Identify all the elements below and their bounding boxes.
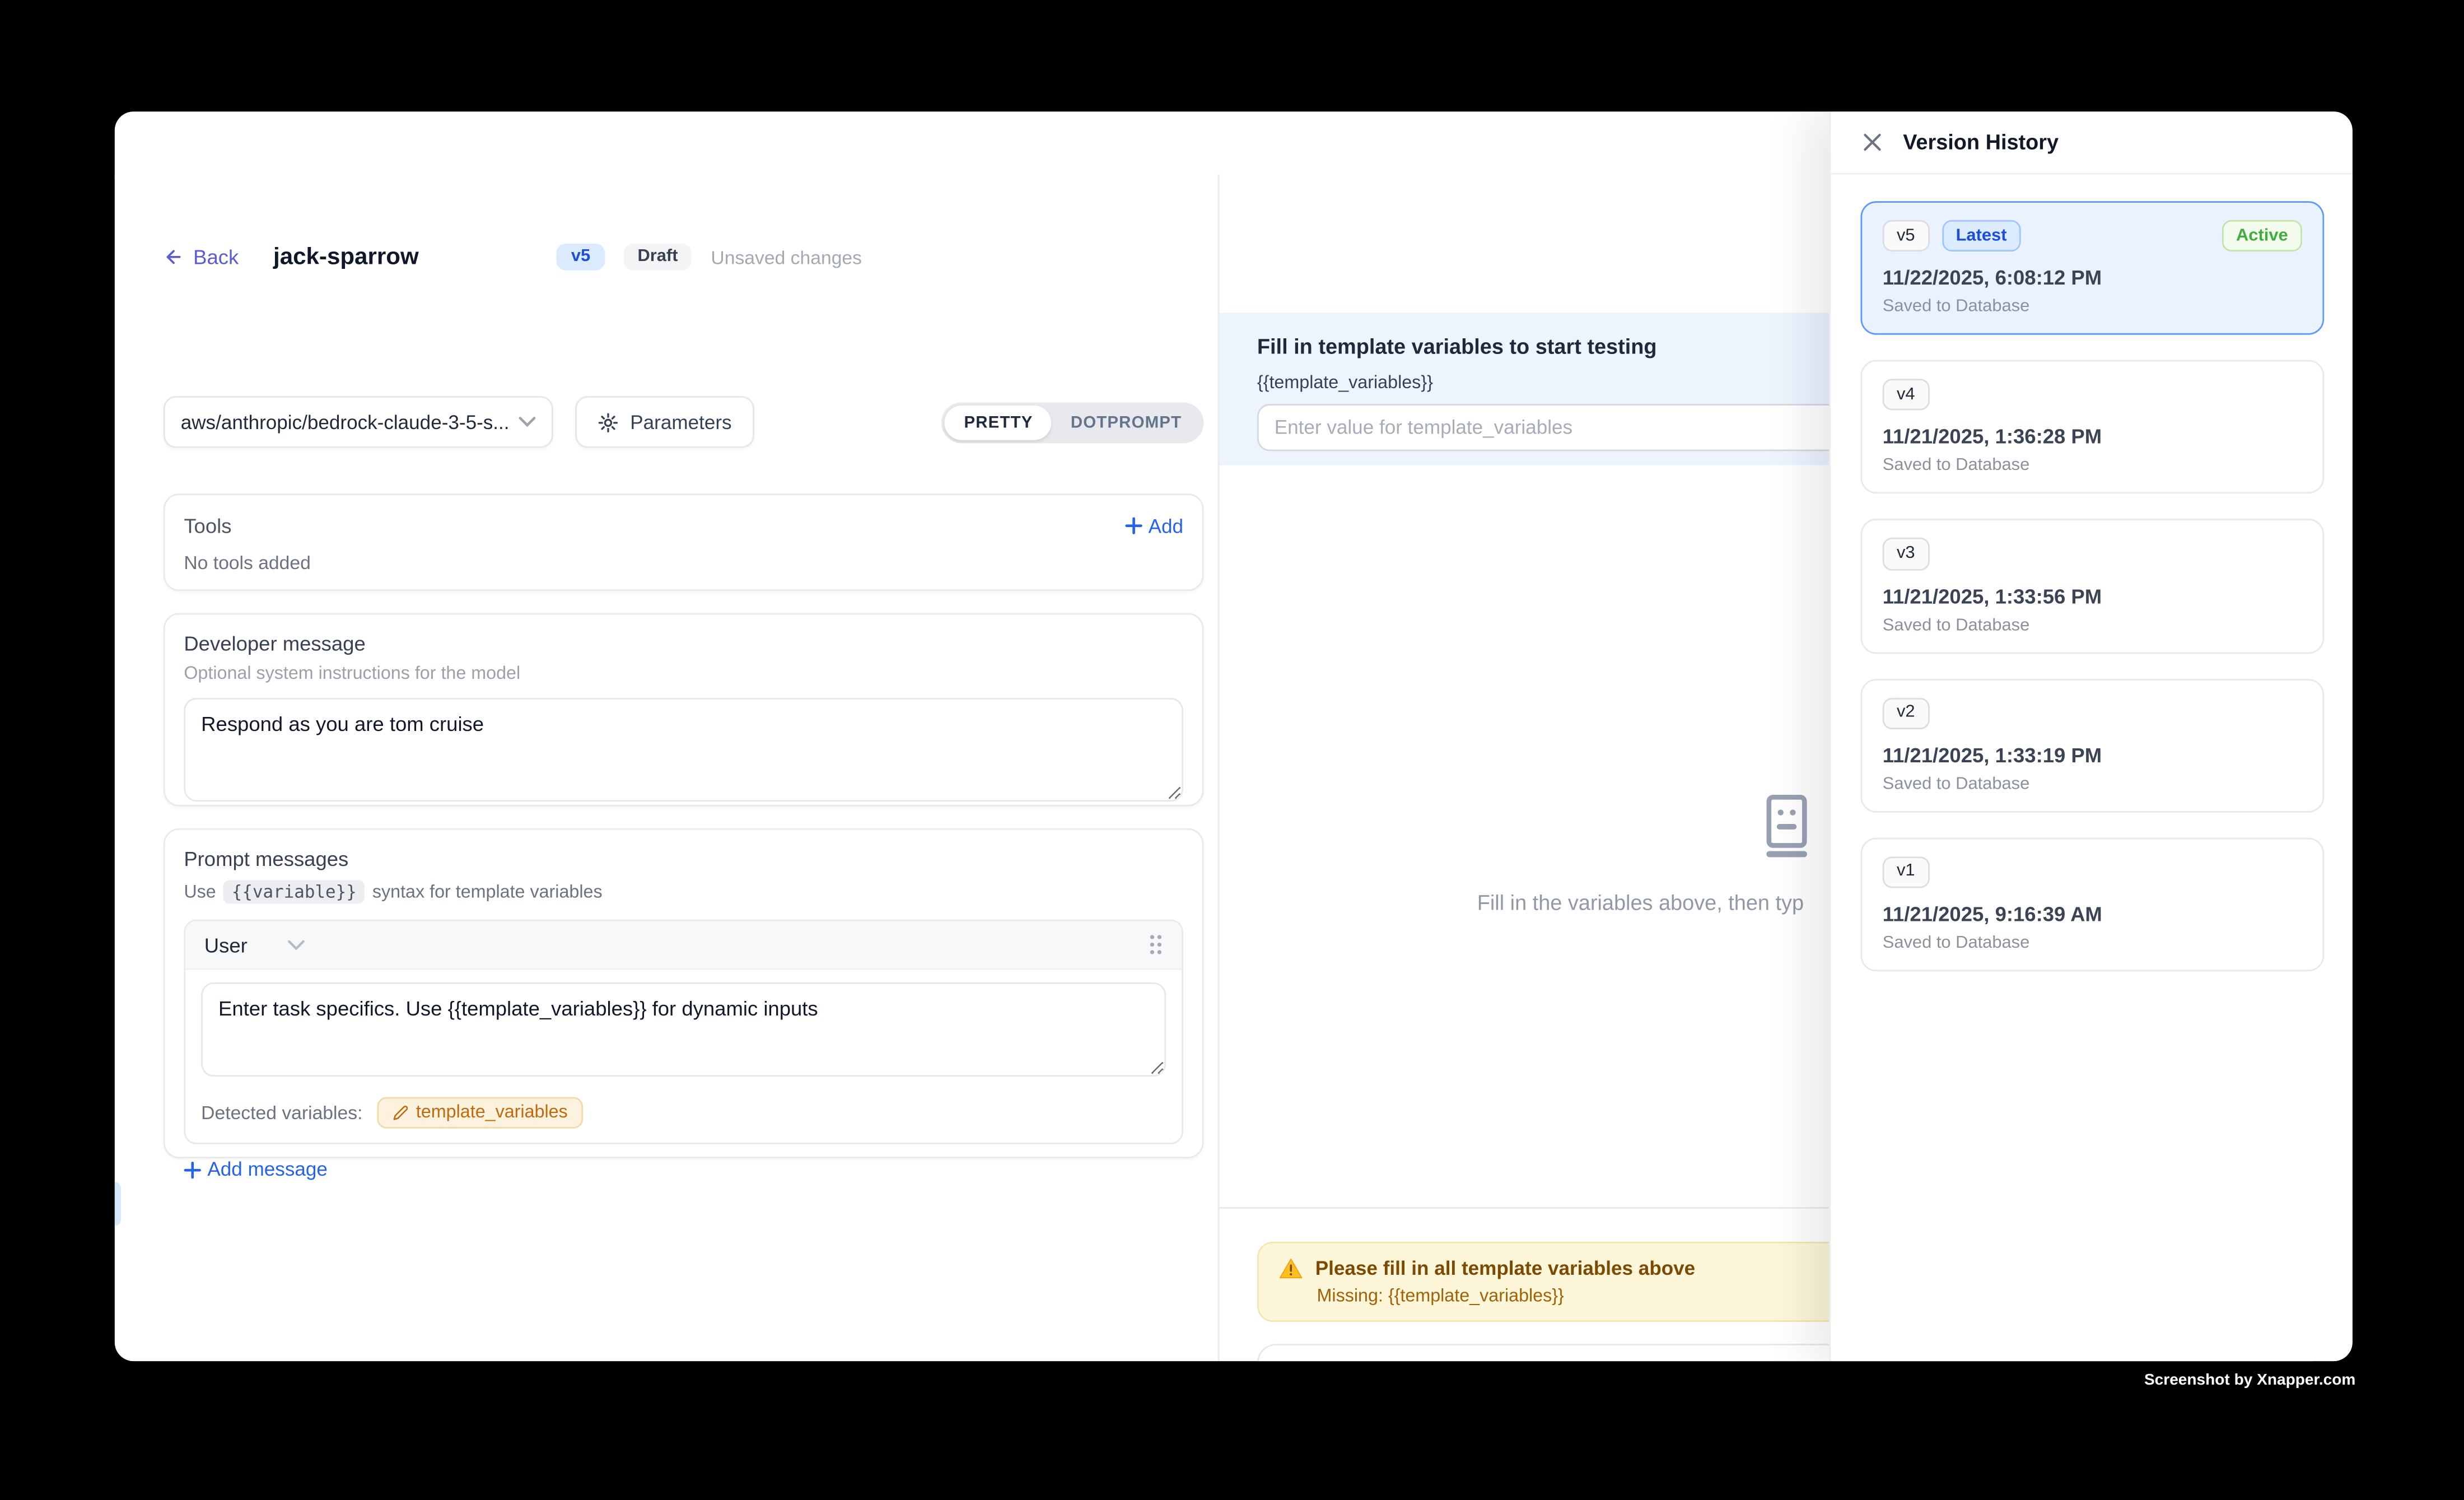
version-storage: Saved to Database (1883, 934, 2302, 953)
developer-message-title: Developer message (184, 632, 1183, 655)
arrow-left-icon (164, 247, 184, 267)
tools-title: Tools (184, 514, 231, 538)
model-toolbar: aws/anthropic/bedrock-claude-3-5-s... Pa… (164, 396, 1204, 448)
developer-message-textarea[interactable]: Respond as you are tom cruise (184, 698, 1183, 802)
version-storage: Saved to Database (1883, 775, 2302, 794)
toggle-option-pretty[interactable]: PRETTY (945, 405, 1052, 440)
role-select-value: User (204, 933, 248, 956)
breadcrumb: Back jack-sparrow v5 Draft Unsaved chang… (164, 244, 862, 271)
version-tag-badge: v2 (1883, 697, 1929, 729)
version-card[interactable]: v5 Latest Active 11/22/2025, 6:08:12 PM … (1860, 201, 2324, 335)
version-storage: Saved to Database (1883, 616, 2302, 635)
version-timestamp: 11/22/2025, 6:08:12 PM (1883, 266, 2302, 290)
app-window: Back jack-sparrow v5 Draft Unsaved chang… (115, 111, 2353, 1361)
detected-variable-name: template_variables (416, 1103, 568, 1122)
tools-empty-text: No tools added (184, 552, 1183, 574)
version-card[interactable]: v4 11/21/2025, 1:36:28 PM Saved to Datab… (1860, 360, 2324, 494)
version-chips-row: v5 Latest Active (1883, 220, 2302, 252)
chevron-down-icon (288, 939, 306, 951)
version-tag-badge: v1 (1883, 856, 1929, 888)
version-timestamp: 11/21/2025, 1:36:28 PM (1883, 425, 2302, 449)
plus-icon (1124, 517, 1142, 534)
version-card[interactable]: v3 11/21/2025, 1:33:56 PM Saved to Datab… (1860, 519, 2324, 653)
message-body: Enter task specifics. Use {{template_var… (185, 970, 1182, 1086)
unsaved-changes-text: Unsaved changes (711, 246, 862, 268)
prompt-messages-title: Prompt messages (184, 847, 1183, 870)
warning-title: Please fill in all template variables ab… (1315, 1257, 1695, 1279)
close-icon[interactable] (1859, 130, 1884, 155)
warning-triangle-icon (1279, 1257, 1303, 1279)
parameters-label: Parameters (630, 411, 731, 433)
toggle-option-dotprompt[interactable]: DOTPROMPT (1052, 405, 1201, 440)
version-chips-row: v2 (1883, 697, 2302, 729)
hint-suffix: syntax for template variables (372, 883, 603, 902)
version-card[interactable]: v1 11/21/2025, 9:16:39 AM Saved to Datab… (1860, 837, 2324, 971)
add-tool-button[interactable]: Add (1124, 515, 1183, 537)
version-chips-row: v4 (1883, 379, 2302, 411)
version-history-title: Version History (1903, 131, 2059, 154)
message-block: User Enter task specifics. Use {{templat… (184, 920, 1183, 1144)
variable-syntax-chip: {{variable}} (224, 880, 365, 903)
tools-card: Tools Add No tools added (164, 493, 1204, 591)
model-select-value: aws/anthropic/bedrock-claude-3-5-s... (181, 411, 519, 433)
version-storage: Saved to Database (1883, 297, 2302, 316)
draft-status-badge: Draft (623, 244, 692, 271)
watermark-text: Screenshot by Xnapper.com (2144, 1372, 2355, 1390)
version-tag-badge: v5 (1883, 220, 1929, 252)
model-select[interactable]: aws/anthropic/bedrock-claude-3-5-s... (164, 396, 553, 448)
version-tag-badge: v4 (1883, 379, 1929, 411)
version-history-header: Version History (1831, 111, 2353, 174)
message-header: User (185, 921, 1182, 970)
detected-variables-label: Detected variables: (201, 1102, 362, 1124)
version-chips-row: v3 (1883, 538, 2302, 570)
back-label: Back (193, 245, 239, 269)
version-timestamp: 11/21/2025, 1:33:56 PM (1883, 584, 2302, 608)
version-chips-row: v1 (1883, 856, 2302, 888)
prompt-editor-column: Back jack-sparrow v5 Draft Unsaved chang… (115, 174, 1220, 1361)
version-timestamp: 11/21/2025, 1:33:19 PM (1883, 743, 2302, 767)
version-history-panel: Version History v5 Latest Active 11/22/2… (1829, 111, 2352, 1361)
latest-badge: Latest (1942, 220, 2020, 252)
drag-handle-icon[interactable] (1149, 934, 1163, 956)
active-badge: Active (2222, 220, 2302, 252)
back-button[interactable]: Back (164, 245, 239, 269)
prompt-syntax-hint: Use {{variable}} syntax for template var… (184, 880, 1183, 903)
detected-variable-chip[interactable]: template_variables (377, 1097, 584, 1129)
page-title: jack-sparrow (273, 244, 419, 271)
format-toggle: PRETTY DOTPROMPT (942, 402, 1203, 442)
developer-message-subtitle: Optional system instructions for the mod… (184, 665, 1183, 684)
add-message-label: Add message (207, 1158, 327, 1180)
hint-prefix: Use (184, 883, 216, 902)
prompt-messages-card: Prompt messages Use {{variable}} syntax … (164, 828, 1204, 1158)
screenshot-stage: Back jack-sparrow v5 Draft Unsaved chang… (0, 0, 2464, 1500)
version-timestamp: 11/21/2025, 9:16:39 AM (1883, 902, 2302, 926)
version-list: v5 Latest Active 11/22/2025, 6:08:12 PM … (1831, 174, 2353, 998)
gear-icon (597, 411, 619, 433)
detected-variables-row: Detected variables: template_variables (185, 1086, 1182, 1143)
parameters-button[interactable]: Parameters (575, 396, 754, 448)
add-message-button[interactable]: Add message (184, 1158, 1183, 1180)
plus-icon (184, 1161, 201, 1178)
version-tag-badge: v3 (1883, 538, 1929, 570)
version-storage: Saved to Database (1883, 456, 2302, 476)
version-card[interactable]: v2 11/21/2025, 1:33:19 PM Saved to Datab… (1860, 678, 2324, 812)
user-message-textarea[interactable]: Enter task specifics. Use {{template_var… (201, 982, 1166, 1077)
role-select[interactable]: User (204, 933, 306, 956)
chevron-down-icon (519, 417, 536, 428)
edge-toast-sliver (115, 1182, 121, 1226)
version-badge: v5 (557, 244, 605, 271)
pencil-icon (393, 1105, 408, 1121)
developer-message-card: Developer message Optional system instru… (164, 613, 1204, 806)
empty-state-text: Fill in the variables above, then typ (1477, 891, 1804, 915)
add-tool-label: Add (1149, 515, 1183, 537)
bot-icon (1755, 792, 1818, 858)
